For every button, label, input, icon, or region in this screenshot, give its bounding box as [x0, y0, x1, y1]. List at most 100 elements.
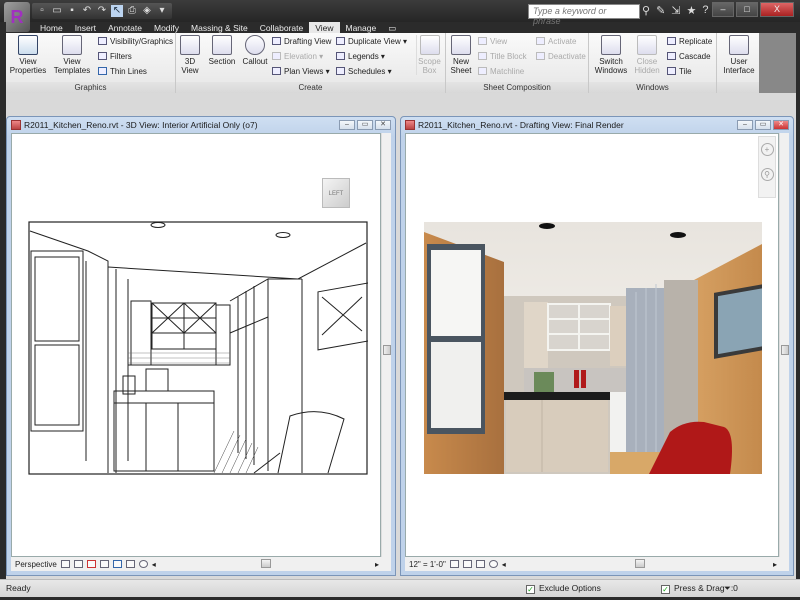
zoom-icon[interactable]: ⚲	[760, 168, 774, 181]
view-restore-button[interactable]: ▭	[755, 120, 771, 130]
scroll-left-arrow[interactable]: ◂	[152, 560, 156, 569]
rendering-dialog-icon[interactable]	[112, 560, 122, 568]
crop-region-icon[interactable]	[125, 560, 135, 568]
callout-button[interactable]: Callout	[240, 35, 270, 66]
application-menu-button[interactable]: R	[4, 2, 30, 32]
scope-box-button[interactable]: Scope Box	[416, 35, 442, 75]
view-control-bar: Perspective ◂ ▸	[11, 557, 391, 571]
view-templates-button[interactable]: View Templates	[52, 35, 92, 75]
3d-view-label: 3D View	[181, 57, 199, 75]
open-icon[interactable]: ▭	[51, 5, 63, 17]
temporary-hide-icon[interactable]	[488, 560, 498, 568]
vertical-scroll-thumb[interactable]	[383, 345, 391, 355]
print-icon[interactable]: ⎙	[126, 5, 138, 17]
visibility-graphics-button[interactable]: Visibility/Graphics	[98, 37, 173, 47]
close-button[interactable]: X	[760, 2, 794, 17]
detail-level-icon[interactable]	[60, 560, 70, 568]
matchline-button[interactable]: Matchline	[478, 67, 524, 77]
quick-access-toolbar: ▫ ▭ ▪ ↶ ↷ ↖ ⎙ ◈ ▾	[32, 3, 172, 19]
panel-sheet-composition-label[interactable]: Sheet Composition	[446, 82, 588, 93]
horizontal-scroll-thumb[interactable]	[261, 559, 271, 568]
thin-lines-button[interactable]: Thin Lines	[98, 67, 147, 77]
scroll-right-arrow[interactable]: ▸	[773, 560, 777, 569]
window-frame-left	[0, 22, 6, 600]
status-text: Ready	[6, 583, 31, 593]
detail-level-icon[interactable]	[449, 560, 459, 568]
vertical-scrollbar[interactable]	[381, 133, 391, 557]
undo-icon[interactable]: ↶	[81, 5, 93, 17]
drafting-view-button[interactable]: Drafting View	[272, 37, 331, 47]
window-frame-right	[796, 22, 800, 600]
view-canvas[interactable]: + ⚲	[405, 133, 779, 557]
temporary-hide-icon[interactable]	[138, 560, 148, 568]
section-button[interactable]: Section	[206, 35, 238, 66]
activate-label: Activate	[548, 37, 577, 46]
visual-style-icon[interactable]	[462, 560, 472, 568]
search-input[interactable]: Type a keyword or phrase	[528, 4, 640, 26]
help-icon[interactable]: ?	[702, 4, 708, 17]
elevation-button[interactable]: Elevation ▾	[272, 52, 323, 62]
horizontal-scroll-thumb[interactable]	[635, 559, 645, 568]
binoculars-icon[interactable]: ⚲	[642, 4, 650, 17]
island-cabinets	[506, 400, 608, 472]
exclude-options-checkbox[interactable]: ✓ Exclude Options	[526, 580, 601, 597]
view-close-button[interactable]: ✕	[375, 120, 391, 130]
title-block-button[interactable]: Title Block	[478, 52, 527, 62]
legends-button[interactable]: Legends ▾	[336, 52, 385, 62]
panel-graphics-label[interactable]: Graphics	[6, 82, 175, 93]
new-icon[interactable]: ▫	[36, 5, 48, 17]
vertical-scrollbar[interactable]	[779, 133, 789, 557]
schedules-button[interactable]: Schedules ▾	[336, 67, 392, 77]
dropdown-icon[interactable]: ▾	[156, 5, 168, 17]
redo-icon[interactable]: ↷	[96, 5, 108, 17]
plan-views-button[interactable]: Plan Views ▾	[272, 67, 330, 77]
deactivate-button[interactable]: Deactivate	[536, 52, 586, 62]
view-close-button[interactable]: ✕	[773, 120, 789, 130]
panel-create-label: Create	[176, 82, 445, 93]
press-drag-checkbox[interactable]: ✓ Press & Drag	[661, 580, 725, 597]
user-interface-button[interactable]: User Interface	[719, 35, 759, 75]
sun-path-icon[interactable]	[99, 560, 109, 568]
switch-windows-button[interactable]: Switch Windows	[593, 35, 629, 75]
view-minimize-button[interactable]: –	[339, 120, 355, 130]
wrench-icon[interactable]: ✎	[656, 4, 665, 17]
new-sheet-button[interactable]: New Sheet	[448, 35, 474, 75]
cascade-button[interactable]: Cascade	[667, 52, 711, 62]
view-scale-label[interactable]: Perspective	[15, 560, 57, 569]
steering-wheel-icon[interactable]: +	[760, 143, 774, 156]
subscription-icon[interactable]: ⇲	[671, 4, 680, 17]
crop-region-icon[interactable]	[475, 560, 485, 568]
3d-view-button[interactable]: 3D View	[178, 35, 202, 75]
vertical-scroll-thumb[interactable]	[781, 345, 789, 355]
sheet-view-button[interactable]: View	[478, 37, 507, 47]
plan-views-label: Plan Views	[284, 67, 324, 76]
switch-windows-label: Switch Windows	[594, 57, 628, 75]
close-hidden-button[interactable]: Close Hidden	[631, 35, 663, 75]
view-restore-button[interactable]: ▭	[357, 120, 373, 130]
favorites-star-icon[interactable]: ★	[687, 4, 697, 17]
modify-select-icon[interactable]: ↖	[111, 5, 123, 17]
activate-button[interactable]: Activate	[536, 37, 576, 47]
tile-button[interactable]: Tile	[667, 67, 692, 77]
viewcube[interactable]: LEFT	[322, 178, 350, 208]
view-canvas[interactable]: LEFT	[11, 133, 381, 557]
save-icon[interactable]: ▪	[66, 5, 78, 17]
tall-cabinets	[626, 288, 664, 474]
view-properties-button[interactable]: View Properties	[9, 35, 47, 75]
duplicate-view-button[interactable]: Duplicate View ▾	[336, 37, 407, 47]
visual-style-icon[interactable]	[73, 560, 83, 568]
replicate-button[interactable]: Replicate	[667, 37, 712, 47]
maximize-button[interactable]: □	[736, 2, 758, 17]
close-hidden-icon	[637, 35, 657, 55]
selection-filter[interactable]: ⏷:0	[724, 580, 738, 597]
shadows-icon[interactable]	[86, 560, 96, 568]
view-minimize-button[interactable]: –	[737, 120, 753, 130]
filters-button[interactable]: Filters	[98, 52, 132, 62]
3d-icon[interactable]: ◈	[141, 5, 153, 17]
deactivate-icon	[536, 52, 545, 60]
view-scale-label[interactable]: 12" = 1'-0"	[409, 560, 446, 569]
scroll-left-arrow[interactable]: ◂	[502, 560, 506, 569]
scroll-right-arrow[interactable]: ▸	[375, 560, 379, 569]
infocenter-toolbar: ⚲ ✎ ⇲ ★ ?	[642, 4, 709, 17]
minimize-button[interactable]: –	[712, 2, 734, 17]
